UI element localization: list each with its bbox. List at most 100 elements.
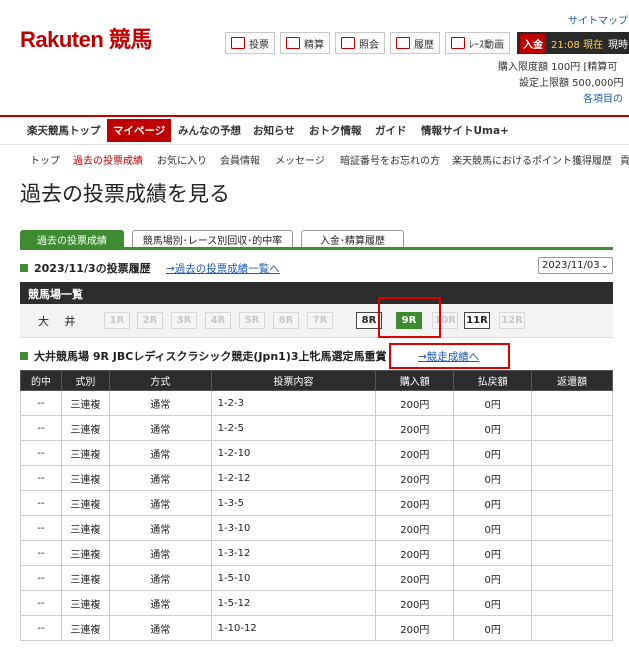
subnav-more[interactable]: 貢 [620, 152, 629, 167]
table-cell: 1-2-3 [210, 390, 377, 416]
history-button[interactable]: 履歴 [390, 32, 440, 54]
table-cell: 1-3-10 [210, 515, 377, 541]
inquiry-icon [341, 37, 355, 49]
table-cell: 三連複 [60, 540, 110, 566]
race-button-1r: 1R [104, 312, 130, 329]
table-cell: 200円 [375, 390, 455, 416]
deposit-button[interactable]: 入金 [520, 33, 546, 53]
past-results-list-link[interactable]: →過去の投票成績一覧へ [166, 261, 280, 276]
race-heading-text: 大井競馬場 9R JBCレディスクラシック競走(Jpn1)3上牝馬選定馬重賞 [34, 350, 387, 363]
nav-mypage[interactable]: マイページ [107, 119, 172, 142]
nav-uma-plus[interactable]: 情報サイトUma+ [421, 123, 509, 138]
nav-predictions[interactable]: みんなの予想 [178, 123, 241, 138]
table-cell: 三連複 [60, 390, 110, 416]
inquiry-label: 照会 [359, 39, 379, 51]
table-cell: 通常 [108, 465, 212, 491]
tab-past-results[interactable]: 過去の投票成績 [20, 230, 124, 248]
history-heading: 2023/11/3の投票履歴 [20, 260, 151, 276]
vote-icon [231, 37, 245, 49]
col-payout: 払戻額 [453, 370, 533, 391]
table-cell [531, 565, 613, 591]
table-cell: -- [20, 565, 62, 591]
date-select-value: 2023/11/03 [542, 260, 600, 271]
square-bullet-icon [20, 352, 28, 360]
table-cell: 200円 [375, 615, 455, 641]
table-cell [531, 615, 613, 641]
table-cell: 通常 [108, 440, 212, 466]
history-heading-text: 2023/11/3の投票履歴 [34, 262, 151, 275]
table-header-row: 的中 式別 方式 投票内容 購入額 払戻額 返還額 [20, 370, 613, 391]
table-cell: 0円 [453, 540, 533, 566]
settle-button[interactable]: 精算 [280, 32, 330, 54]
subnav-top[interactable]: トップ [30, 152, 60, 167]
page-title: 過去の投票成績を見る [20, 182, 230, 206]
table-cell: 0円 [453, 390, 533, 416]
tab-venue-recovery-rate[interactable]: 競馬場別･レース別回収･的中率 [132, 230, 293, 248]
race-button-12r: 12R [499, 312, 525, 329]
table-row: -- 三連複 通常 1-3-12 200円 0円 [20, 540, 613, 566]
table-cell: 通常 [108, 415, 212, 441]
subnav-member-info[interactable]: 会員情報 [220, 152, 260, 167]
history-icon [396, 37, 410, 49]
table-cell: 通常 [108, 590, 212, 616]
table-cell: 200円 [375, 540, 455, 566]
table-cell: 1-2-5 [210, 415, 377, 441]
table-cell: 1-5-12 [210, 590, 377, 616]
table-cell: 200円 [375, 465, 455, 491]
table-cell: -- [20, 390, 62, 416]
subnav-messages[interactable]: メッセージ [275, 152, 325, 167]
table-cell: 1-3-5 [210, 490, 377, 516]
race-video-button[interactable]: ﾚｰｽ動画 [445, 32, 510, 54]
table-cell: 0円 [453, 440, 533, 466]
subnav-points-history[interactable]: 楽天競馬におけるポイント獲得履歴 [452, 152, 612, 167]
nav-deals[interactable]: おトク情報 [309, 123, 362, 138]
nav-news[interactable]: お知らせ [253, 123, 295, 138]
date-select[interactable]: 2023/11/03 ⌄ [538, 257, 613, 274]
table-cell: -- [20, 615, 62, 641]
subnav-forgot-pin[interactable]: 暗証番号をお忘れの方 [340, 152, 440, 167]
table-cell: 三連複 [60, 440, 110, 466]
table-cell: 通常 [108, 615, 212, 641]
settle-label: 精算 [304, 39, 324, 51]
table-row: -- 三連複 通常 1-5-12 200円 0円 [20, 590, 613, 616]
table-cell: 0円 [453, 515, 533, 541]
inquiry-button[interactable]: 照会 [335, 32, 385, 54]
limit-details-link[interactable]: 各項目の [583, 90, 623, 105]
race-button-5r: 5R [239, 312, 265, 329]
table-cell: -- [20, 590, 62, 616]
table-cell: -- [20, 490, 62, 516]
table-cell: 通常 [108, 540, 212, 566]
table-cell: 200円 [375, 565, 455, 591]
nav-guide[interactable]: ガイド [375, 123, 407, 138]
col-bet-content: 投票内容 [210, 370, 377, 391]
table-cell: 三連複 [60, 565, 110, 591]
table-cell [531, 390, 613, 416]
table-cell: -- [20, 415, 62, 441]
bet-history-table: 的中 式別 方式 投票内容 購入額 払戻額 返還額 -- 三連複 通常 1-2-3 20… [20, 370, 613, 641]
table-cell: 通常 [108, 490, 212, 516]
vote-button[interactable]: 投票 [225, 32, 275, 54]
race-button-11r[interactable]: 11R [464, 312, 490, 329]
table-cell: 200円 [375, 415, 455, 441]
tab-deposit-history[interactable]: 入金･精算履歴 [301, 230, 404, 248]
table-cell: 三連複 [60, 590, 110, 616]
nav-top[interactable]: 楽天競馬トップ [27, 123, 101, 138]
table-cell: 通常 [108, 565, 212, 591]
table-cell: -- [20, 540, 62, 566]
highlight-box-results-link [389, 343, 510, 369]
rakuten-keiba-logo[interactable]: Rakuten 競馬 [20, 22, 152, 54]
square-bullet-icon [20, 264, 28, 272]
table-row: -- 三連複 通常 1-2-3 200円 0円 [20, 390, 613, 416]
col-refund: 返還額 [531, 370, 613, 391]
table-cell: 200円 [375, 440, 455, 466]
sitemap-link[interactable]: サイトマップ [568, 12, 628, 27]
subnav-past-results[interactable]: 過去の投票成績 [73, 152, 143, 167]
table-row: -- 三連複 通常 1-2-10 200円 0円 [20, 440, 613, 466]
venue-list-header: 競馬場一覧 [20, 282, 613, 304]
table-cell: 1-2-12 [210, 465, 377, 491]
tab-underline [20, 247, 613, 250]
table-cell [531, 490, 613, 516]
setting-limit: 設定上限額 500,000円 [519, 78, 624, 89]
sub-nav: トップ 過去の投票成績 お気に入り 会員情報 メッセージ 暗証番号をお忘れの方 … [0, 146, 629, 170]
subnav-favorites[interactable]: お気に入り [157, 152, 207, 167]
